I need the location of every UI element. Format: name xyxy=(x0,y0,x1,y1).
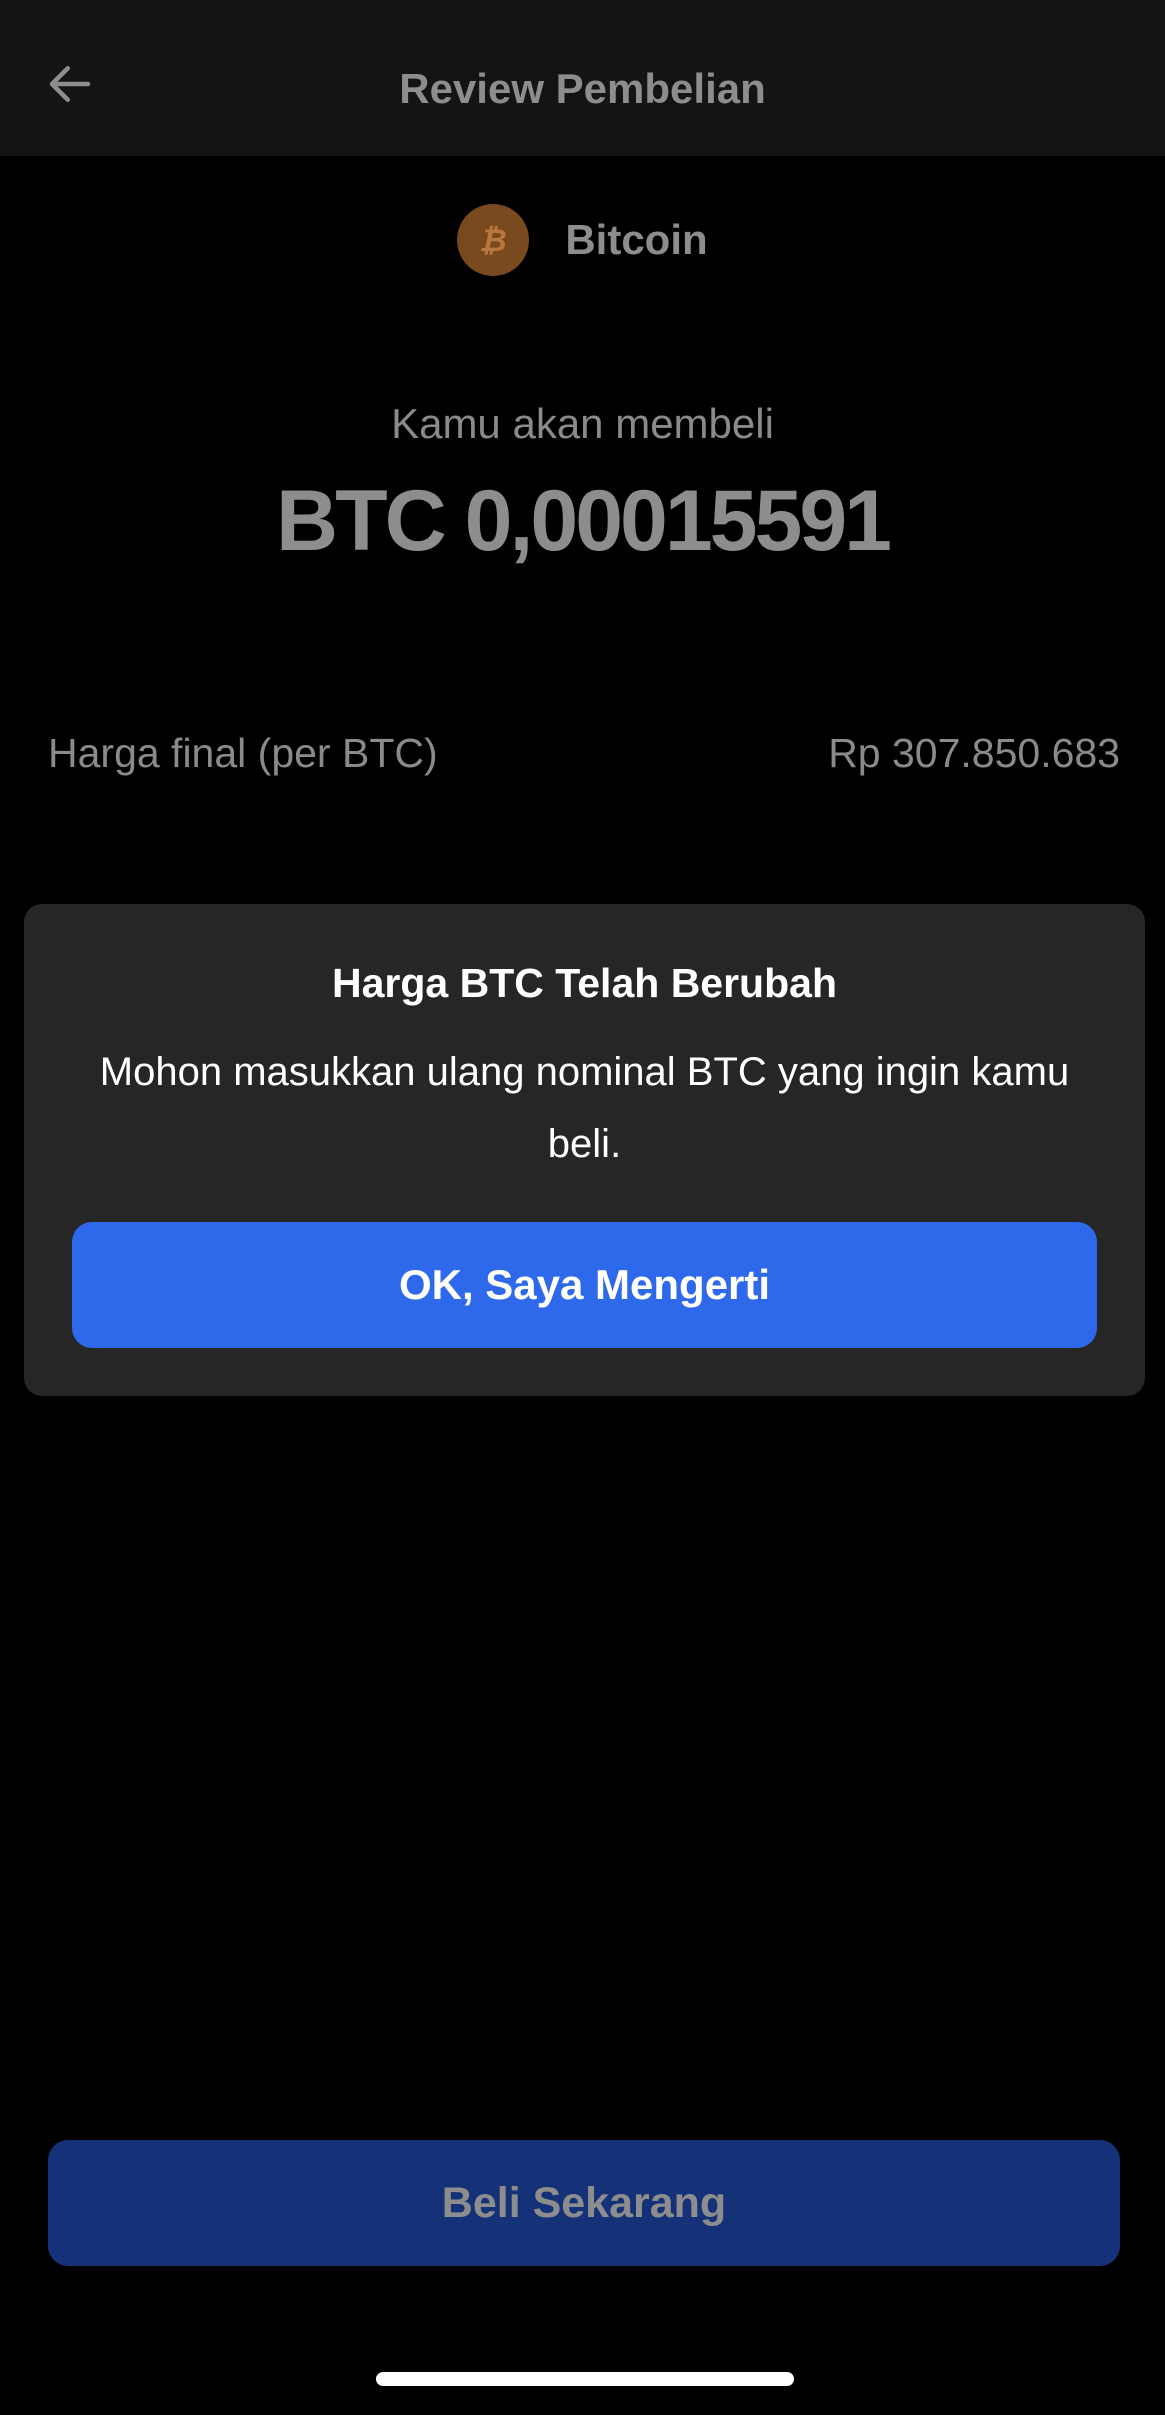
bitcoin-icon: ₿ xyxy=(457,204,530,276)
final-price-value: Rp 307.850.683 xyxy=(828,730,1120,776)
top-bar xyxy=(0,0,1165,156)
dialog-message: Mohon masukkan ulang nominal BTC yang in… xyxy=(99,1050,1070,1166)
final-price-row: Harga final (per BTC) Rp 307.850.683 xyxy=(48,730,1120,777)
asset-name: Bitcoin xyxy=(565,216,708,263)
buy-summary-label: Kamu akan membeli xyxy=(391,400,774,447)
buy-now-button[interactable]: Beli Sekarang xyxy=(48,2140,1120,2266)
ok-understand-button[interactable]: OK, Saya Mengerti xyxy=(72,1222,1097,1348)
back-button[interactable] xyxy=(30,44,110,124)
final-price-label: Harga final (per BTC) xyxy=(48,730,438,776)
buy-amount: BTC 0,00015591 xyxy=(276,473,892,569)
svg-text:₿: ₿ xyxy=(480,223,507,259)
dialog-title: Harga BTC Telah Berubah xyxy=(332,960,837,1006)
home-indicator xyxy=(376,2372,794,2386)
price-changed-dialog: Harga BTC Telah Berubah Mohon masukkan u… xyxy=(24,904,1145,1396)
arrow-left-icon xyxy=(49,66,91,102)
asset-header: ₿ Bitcoin xyxy=(0,202,1165,278)
